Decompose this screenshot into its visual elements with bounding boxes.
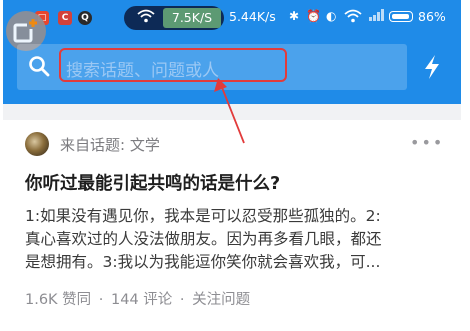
excerpt-line: 1:如果没有遇见你，我本是可以忍受那些孤独的。2: xyxy=(25,207,381,225)
bluetooth-icon: ✱ xyxy=(289,9,300,23)
follow-question-link[interactable]: 关注问题 xyxy=(192,292,250,308)
net-speed-text: 5.44K/s xyxy=(229,9,276,24)
topic-avatar[interactable] xyxy=(25,132,49,156)
likes-count: 1.6K 赞同 xyxy=(25,292,92,308)
annotation-highlight-box xyxy=(59,48,287,82)
question-title[interactable]: 你听过最能引起共鸣的话是什么? xyxy=(25,170,280,195)
net-speed-badge: 7.5K/S xyxy=(163,8,221,28)
battery-percent: 86% xyxy=(418,9,446,24)
stats-separator: · xyxy=(98,292,104,308)
lightning-icon[interactable] xyxy=(422,54,442,84)
wifi-icon xyxy=(137,9,155,26)
search-icon xyxy=(27,54,51,82)
answer-excerpt[interactable]: 1:如果没有遇见你，我本是可以忍受那些孤独的。2: 真心喜欢过的人没法做朋友。因… xyxy=(25,205,429,274)
notification-app-icon: C xyxy=(58,11,72,25)
qq-icon: Q xyxy=(78,11,92,25)
excerpt-line: 真心喜欢过的人没法做朋友。因为再多看几眼，都还 xyxy=(25,230,382,248)
stats-separator: · xyxy=(179,292,185,308)
comments-count[interactable]: 144 评论 xyxy=(111,292,172,308)
signal-icon xyxy=(369,9,385,24)
alarm-icon: ⏰ xyxy=(306,9,321,23)
phone-screen: □ C Q 7.5K/S 5.44K/s ✱ ⏰ ◐ xyxy=(3,0,461,331)
more-dots-icon[interactable]: ••• xyxy=(410,133,444,152)
status-bar: □ C Q 7.5K/S 5.44K/s ✱ ⏰ ◐ xyxy=(3,0,461,34)
wifi-icon xyxy=(344,9,362,26)
topic-source[interactable]: 来自话题: 文学 xyxy=(60,134,160,155)
excerpt-line: 是想拥有。3:我以为我能逗你笑你就会喜欢我，可... xyxy=(25,253,381,271)
dnd-icon: ◐ xyxy=(326,9,337,23)
battery-icon xyxy=(389,11,413,22)
answer-stats: 1.6K 赞同 · 144 评论 · 关注问题 xyxy=(25,288,253,309)
